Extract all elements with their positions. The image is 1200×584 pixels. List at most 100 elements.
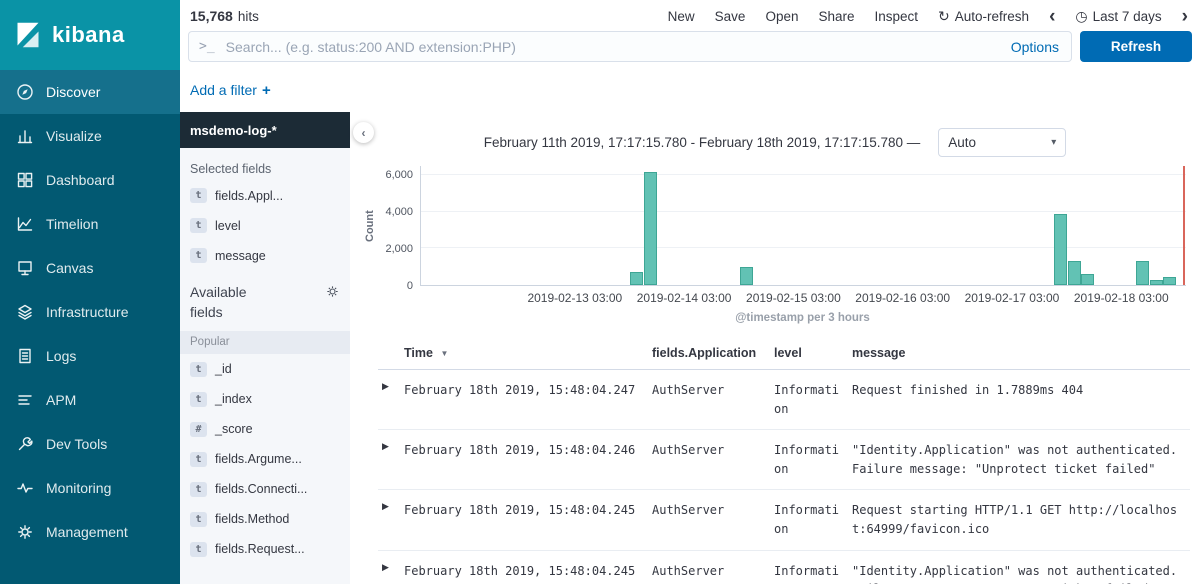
sidebar-item-logs[interactable]: Logs <box>0 334 180 378</box>
canvas-icon <box>16 259 34 277</box>
gridline <box>421 174 1186 175</box>
expand-row-button[interactable]: ▶ <box>378 490 404 512</box>
column-header-message[interactable]: message <box>852 340 1190 369</box>
cell-time: February 18th 2019, 15:48:04.247 <box>404 370 652 411</box>
field-type-icon: t <box>190 218 207 233</box>
time-range-button[interactable]: ◷ Last 7 days <box>1075 9 1161 24</box>
field-item[interactable]: # _score <box>188 414 342 444</box>
cell-message: "Identity.Application" was not authentic… <box>852 430 1190 489</box>
time-range-header: February 11th 2019, 17:17:15.780 - Febru… <box>484 135 921 150</box>
histogram-bar[interactable] <box>1163 277 1176 285</box>
caret-down-icon: ▾ <box>1051 137 1056 148</box>
cell-level: Information <box>774 490 852 549</box>
column-header-application[interactable]: fields.Application <box>652 340 774 369</box>
share-button[interactable]: Share <box>818 9 854 24</box>
x-tick-label: 2019-02-14 03:00 <box>637 291 732 305</box>
sidebar-item-canvas[interactable]: Canvas <box>0 246 180 290</box>
cell-application: AuthServer <box>652 430 774 471</box>
index-pattern-selector[interactable]: msdemo-log-* <box>180 112 350 148</box>
histogram-bar[interactable] <box>1136 261 1149 285</box>
search-box[interactable]: >_ Options <box>188 31 1072 62</box>
auto-refresh-icon: ↻ <box>938 9 950 23</box>
histogram-bar[interactable] <box>1054 214 1067 285</box>
gear-icon <box>16 523 34 541</box>
sidebar-item-label: Dashboard <box>46 172 115 188</box>
field-name: message <box>215 249 266 263</box>
field-item[interactable]: t fields.Request... <box>188 534 342 564</box>
expand-row-button[interactable]: ▶ <box>378 430 404 452</box>
auto-refresh-label: Auto-refresh <box>955 9 1029 24</box>
y-tick-label: 4,000 <box>385 206 413 218</box>
discover-icon <box>16 83 34 101</box>
histogram-bar[interactable] <box>1150 280 1163 285</box>
field-type-icon: t <box>190 482 207 497</box>
app-sidebar: kibana Discover Visualize Dashboard Time… <box>0 0 180 584</box>
fields-panel: msdemo-log-* Selected fields t fields.Ap… <box>180 112 350 584</box>
histogram-bar[interactable] <box>1068 261 1081 285</box>
sidebar-item-monitoring[interactable]: Monitoring <box>0 466 180 510</box>
sidebar-item-infrastructure[interactable]: Infrastructure <box>0 290 180 334</box>
y-axis: 02,0004,0006,000 <box>378 166 420 286</box>
sidebar-item-label: Dev Tools <box>46 436 107 452</box>
time-forward-button[interactable]: › <box>1182 7 1188 26</box>
sidebar-item-timelion[interactable]: Timelion <box>0 202 180 246</box>
open-button[interactable]: Open <box>765 9 798 24</box>
auto-refresh-button[interactable]: ↻ Auto-refresh <box>938 9 1029 24</box>
inspect-button[interactable]: Inspect <box>875 9 919 24</box>
cell-time: February 18th 2019, 15:48:04.245 <box>404 490 652 531</box>
field-item[interactable]: t level <box>188 210 342 240</box>
field-item[interactable]: t fields.Argume... <box>188 444 342 474</box>
field-item[interactable]: t message <box>188 240 342 270</box>
field-type-icon: # <box>190 422 207 437</box>
sidebar-item-discover[interactable]: Discover <box>0 70 180 114</box>
x-tick-label: 2019-02-13 03:00 <box>527 291 622 305</box>
collapse-fields-button[interactable]: ‹ <box>353 122 374 143</box>
search-input[interactable] <box>224 38 1002 56</box>
field-item[interactable]: t _index <box>188 384 342 414</box>
column-header-level[interactable]: level <box>774 340 852 369</box>
sidebar-item-apm[interactable]: APM <box>0 378 180 422</box>
header-spacer <box>378 340 404 355</box>
x-tick-label: 2019-02-18 03:00 <box>1074 291 1169 305</box>
field-item[interactable]: t fields.Connecti... <box>188 474 342 504</box>
kibana-logo[interactable]: kibana <box>0 0 180 70</box>
field-item[interactable]: t _id <box>188 354 342 384</box>
field-name: _score <box>215 422 253 436</box>
x-axis: 2019-02-13 03:00 2019-02-14 03:00 2019-02-… <box>420 291 1185 307</box>
save-button[interactable]: Save <box>715 9 746 24</box>
top-menu: New Save Open Share Inspect ↻ Auto-refre… <box>668 7 1188 26</box>
sidebar-item-label: Discover <box>46 84 100 100</box>
expand-row-button[interactable]: ▶ <box>378 370 404 392</box>
histogram-bar[interactable] <box>740 267 753 285</box>
available-fields-title: Available fields <box>190 282 276 323</box>
new-button[interactable]: New <box>668 9 695 24</box>
visualize-icon <box>16 127 34 145</box>
apm-icon <box>16 391 34 409</box>
cell-time: February 18th 2019, 15:48:04.246 <box>404 430 652 471</box>
add-filter-link[interactable]: Add a filter <box>190 82 257 98</box>
field-item[interactable]: t fields.Method <box>188 504 342 534</box>
kibana-wordmark: kibana <box>52 22 125 48</box>
column-header-time[interactable]: Time ▼ <box>404 340 652 369</box>
y-tick-label: 0 <box>407 280 413 292</box>
field-item[interactable]: t fields.Appl... <box>188 180 342 210</box>
table-row: ▶ February 18th 2019, 15:48:04.245 AuthS… <box>378 551 1190 584</box>
sidebar-item-visualize[interactable]: Visualize <box>0 114 180 158</box>
time-back-button[interactable]: ‹ <box>1049 7 1055 26</box>
sidebar-item-dev-tools[interactable]: Dev Tools <box>0 422 180 466</box>
histogram-bar[interactable] <box>644 172 657 286</box>
sidebar-item-dashboard[interactable]: Dashboard <box>0 158 180 202</box>
expand-row-button[interactable]: ▶ <box>378 551 404 573</box>
interval-select[interactable]: Auto ▾ <box>938 128 1066 157</box>
sidebar-item-label: Visualize <box>46 128 102 144</box>
sidebar-item-management[interactable]: Management <box>0 510 180 554</box>
histogram-bar[interactable] <box>1081 274 1094 285</box>
options-link[interactable]: Options <box>1011 39 1061 55</box>
field-settings-button[interactable] <box>325 284 340 304</box>
histogram-bar[interactable] <box>630 272 643 285</box>
y-axis-title: Count <box>362 166 378 286</box>
add-filter-plus-icon[interactable]: + <box>262 82 271 99</box>
fields-list: Selected fields t fields.Appl... t level… <box>180 148 350 584</box>
refresh-button[interactable]: Refresh <box>1080 31 1192 62</box>
histogram-chart: Count 02,0004,0006,000 <box>362 166 1186 286</box>
